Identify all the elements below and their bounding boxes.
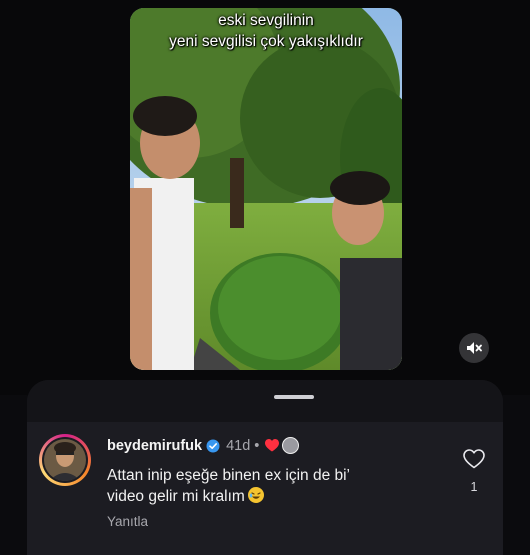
like-button[interactable] (461, 449, 487, 474)
separator-dot: • (254, 437, 260, 454)
avatar[interactable] (39, 434, 91, 486)
avatar-photo (44, 439, 86, 481)
video-scene (130, 8, 402, 370)
comment-text-line-1: Attan inip eşeğe binen ex için de bi’ (107, 467, 350, 484)
heart-icon (265, 439, 280, 452)
mute-button[interactable] (459, 333, 489, 363)
video-frame[interactable]: eski sevgilinin yeni sevgilisi çok yakış… (130, 8, 402, 370)
like-column: 1 (461, 449, 487, 494)
comment-meta: beydemirufuk 41d • (107, 437, 300, 454)
caption-line-2: yeni sevgilisi çok yakışıklıdır (169, 33, 363, 50)
heart-outline-icon (463, 449, 485, 469)
verified-badge-icon (206, 439, 220, 453)
comment-text-line-2: video gelir mi kralım (107, 488, 245, 505)
comment-item: beydemirufuk 41d • Attan inip eşeğe bine… (39, 434, 489, 544)
username[interactable]: beydemirufuk (107, 438, 202, 454)
comment-timestamp: 41d (226, 437, 251, 454)
video-player[interactable]: eski sevgilinin yeni sevgilisi çok yakış… (0, 0, 530, 395)
drag-handle[interactable] (274, 395, 314, 399)
comments-sheet: beydemirufuk 41d • Attan inip eşeğe bine… (27, 380, 503, 555)
creator-avatar (282, 437, 300, 454)
speaker-muted-icon (467, 342, 482, 354)
like-count: 1 (470, 480, 478, 494)
reply-button[interactable]: Yanıtla (107, 514, 148, 529)
profile-photo (44, 439, 86, 481)
video-caption: eski sevgilinin yeni sevgilisi çok yakış… (130, 10, 402, 52)
caption-line-1: eski sevgilinin (218, 12, 314, 29)
sheet-header[interactable] (27, 380, 503, 422)
rolling-on-floor-laughing-emoji (247, 487, 264, 503)
comment-text: Attan inip eşeğe binen ex için de bi’ vi… (107, 465, 417, 507)
